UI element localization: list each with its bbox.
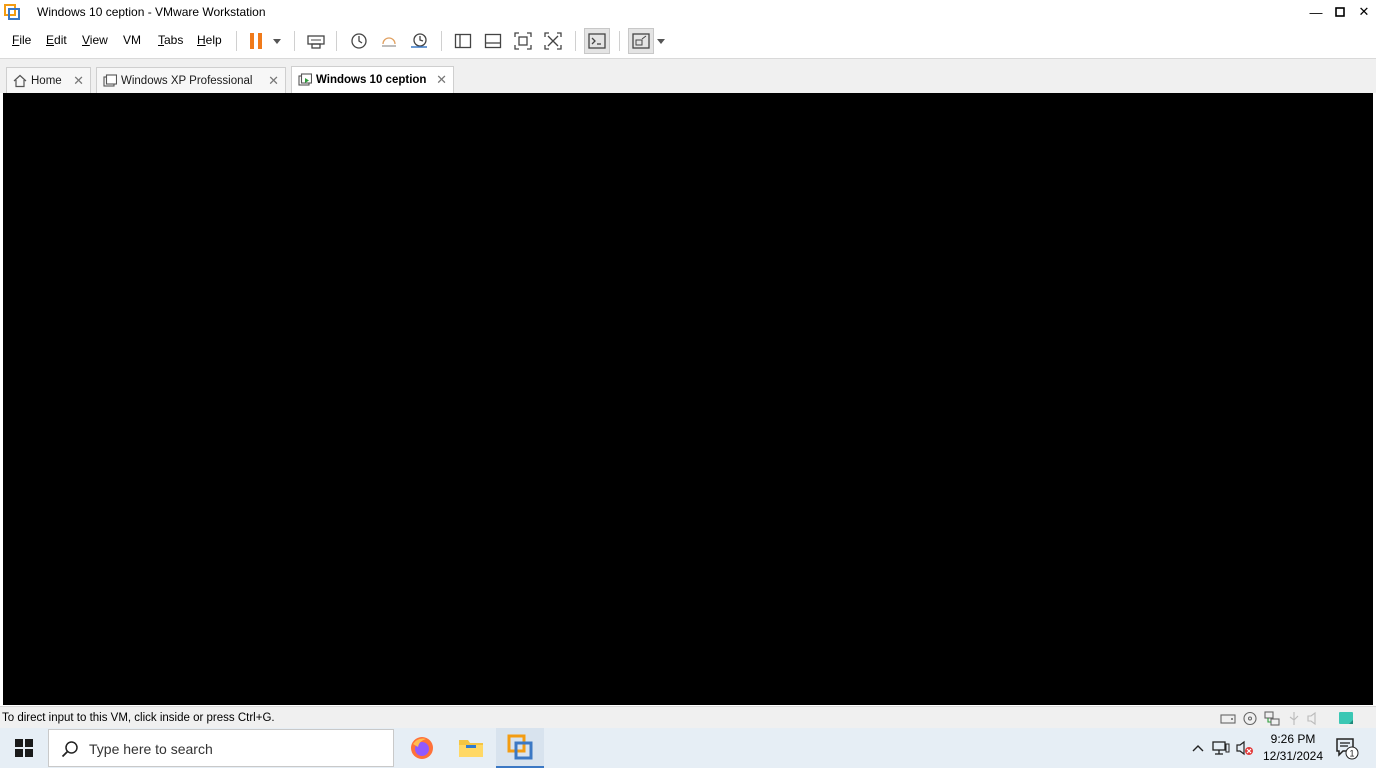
folder-icon <box>459 740 483 757</box>
firefox-icon <box>411 737 433 759</box>
menu-tabs[interactable]: Tabs <box>158 33 183 47</box>
snapshot-clock-icon <box>351 33 367 49</box>
cd-dvd-icon[interactable] <box>1242 711 1258 726</box>
stretch-icon <box>632 33 650 49</box>
clock-date: 12/31/2024 <box>1262 749 1324 763</box>
status-hint-text: To direct input to this VM, click inside… <box>2 712 275 724</box>
tab-home-close-icon[interactable]: ✕ <box>73 73 84 89</box>
show-library-button[interactable] <box>450 28 476 54</box>
chevron-down-icon <box>273 38 281 44</box>
menu-view-mnemonic: V <box>82 33 90 47</box>
chevron-up-icon <box>1192 745 1204 752</box>
menu-toolbar: File Edit View VM Tabs Help <box>0 24 1376 58</box>
show-hidden-icons-button[interactable] <box>1188 728 1208 768</box>
status-bar: To direct input to this VM, click inside… <box>0 706 1376 728</box>
stretch-dropdown-button[interactable] <box>652 28 670 54</box>
full-screen-button[interactable] <box>510 28 536 54</box>
take-snapshot-button[interactable] <box>346 28 372 54</box>
menu-edit-mnemonic: E <box>46 33 55 47</box>
tab-windows-xp-close-icon[interactable]: ✕ <box>268 73 279 89</box>
menu-help[interactable]: Help <box>197 33 222 47</box>
message-log-icon[interactable] <box>1338 711 1354 726</box>
menu-tabs-label: abs <box>164 33 184 47</box>
tab-home[interactable]: Home ✕ <box>6 67 91 94</box>
toolbar-separator <box>619 31 620 51</box>
start-button[interactable] <box>0 728 48 768</box>
revert-snapshot-icon <box>382 37 396 47</box>
close-button[interactable]: ✕ <box>1352 0 1376 24</box>
menu-edit[interactable]: Edit <box>46 33 67 47</box>
menu-file[interactable]: File <box>12 33 31 47</box>
title-bar: Windows 10 ception - VMware Workstation … <box>0 0 1376 24</box>
chevron-down-icon <box>657 38 665 44</box>
unity-icon <box>544 32 562 50</box>
menu-vm[interactable]: VM <box>123 33 141 47</box>
notification-icon: 1 <box>1336 738 1359 760</box>
taskbar-clock[interactable]: 9:26 PM 12/31/2024 <box>1254 731 1332 765</box>
sound-card-icon[interactable] <box>1306 711 1322 726</box>
toolbar-separator <box>575 31 576 51</box>
taskbar-firefox[interactable] <box>398 728 446 768</box>
console-icon <box>588 33 606 49</box>
tab-home-label: Home <box>31 75 62 87</box>
menu-help-label: elp <box>205 33 222 47</box>
pause-icon <box>250 33 262 49</box>
home-icon <box>13 74 27 88</box>
toolbar-separator <box>294 31 295 51</box>
vm-console-screen[interactable] <box>3 93 1373 705</box>
speaker-muted-icon <box>1236 740 1253 756</box>
unity-mode-button[interactable] <box>540 28 566 54</box>
running-vm-icon <box>298 73 313 87</box>
power-dropdown-button[interactable] <box>266 28 288 54</box>
keyboard-icon <box>307 35 325 49</box>
tab-windows-xp-label: Windows XP Professional <box>121 75 253 87</box>
stretch-guest-button[interactable] <box>628 28 654 54</box>
menu-view[interactable]: View <box>82 33 108 47</box>
taskbar-vmware-workstation[interactable] <box>496 728 544 768</box>
vm-icon <box>103 74 118 88</box>
menu-help-mnemonic: H <box>197 33 206 47</box>
tab-windows-xp[interactable]: Windows XP Professional ✕ <box>96 67 286 94</box>
menu-edit-label: dit <box>54 33 67 47</box>
minimize-button[interactable]: — <box>1304 0 1328 24</box>
windows-taskbar: Type here to search 9:26 PM 12/31/2024 1 <box>0 728 1376 768</box>
vmware-app-icon <box>4 4 20 20</box>
snapshot-manager-icon <box>411 33 427 48</box>
toolbar-separator <box>236 31 237 51</box>
usb-icon[interactable] <box>1286 711 1302 726</box>
network-wired-icon <box>1212 741 1230 755</box>
console-view-button[interactable] <box>584 28 610 54</box>
taskbar-search-box[interactable]: Type here to search <box>48 729 394 767</box>
network-tray-icon[interactable] <box>1210 728 1232 768</box>
volume-tray-icon[interactable] <box>1234 728 1256 768</box>
tab-windows-10-ception-close-icon[interactable]: ✕ <box>436 72 447 88</box>
library-panel-icon <box>454 33 472 49</box>
menu-file-label: ile <box>19 33 32 47</box>
thumbnail-bar-icon <box>484 33 502 49</box>
send-ctrl-alt-del-button[interactable] <box>303 28 329 54</box>
windows-logo-icon <box>15 739 33 757</box>
toolbar-separator <box>336 31 337 51</box>
search-icon <box>61 740 79 758</box>
vmware-icon <box>507 734 533 760</box>
clock-time: 9:26 PM <box>1270 732 1316 746</box>
tab-windows-10-ception-label: Windows 10 ception <box>316 74 427 86</box>
show-thumbnail-bar-button[interactable] <box>480 28 506 54</box>
snapshot-manager-button[interactable] <box>406 28 432 54</box>
window-title: Windows 10 ception - VMware Workstation <box>37 5 266 19</box>
tab-windows-10-ception[interactable]: Windows 10 ception ✕ <box>291 66 454 94</box>
network-adapter-icon[interactable] <box>1264 711 1280 726</box>
taskbar-file-explorer[interactable] <box>447 728 495 768</box>
revert-snapshot-button[interactable] <box>376 28 402 54</box>
search-placeholder: Type here to search <box>89 741 213 757</box>
hard-disk-icon[interactable] <box>1220 711 1236 726</box>
notification-count: 1 <box>1349 749 1354 759</box>
maximize-button[interactable] <box>1328 0 1352 24</box>
toolbar-separator <box>441 31 442 51</box>
action-center-button[interactable]: 1 <box>1332 728 1362 768</box>
menu-view-label: iew <box>89 33 108 47</box>
tab-strip: Home ✕ Windows XP Professional ✕ Windows… <box>0 58 1376 94</box>
full-screen-icon <box>514 32 532 50</box>
